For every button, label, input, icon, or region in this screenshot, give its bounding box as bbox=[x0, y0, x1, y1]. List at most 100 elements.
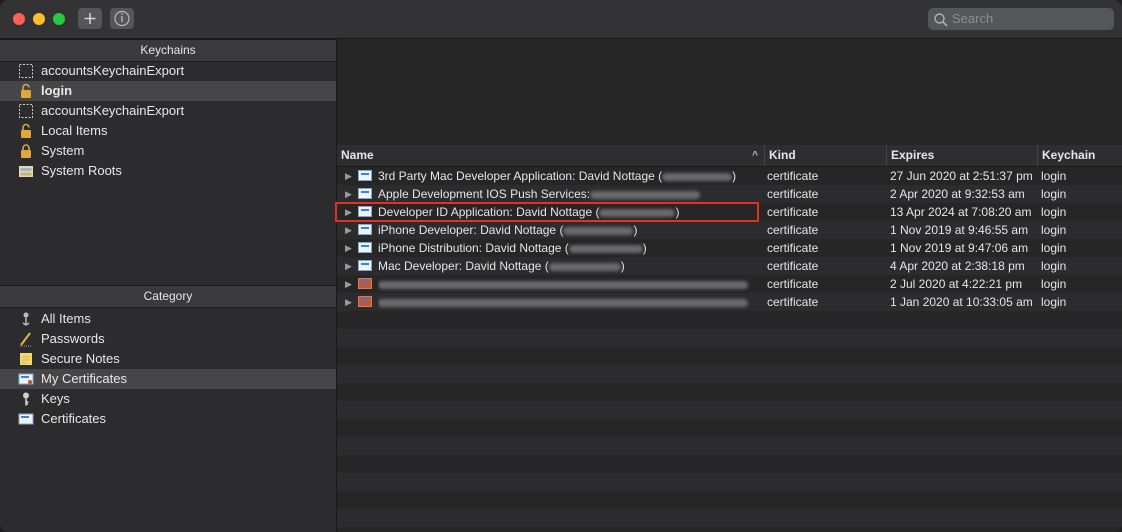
table-row[interactable]: ▶ iPhone Distribution: David Nottage () ce… bbox=[337, 239, 1122, 257]
item-name: Apple Development IOS Push Services: bbox=[378, 185, 762, 203]
unlocked-padlock-icon bbox=[18, 123, 34, 139]
sidebar-item-secure-notes[interactable]: Secure Notes bbox=[0, 349, 336, 369]
redacted-text bbox=[378, 298, 748, 307]
item-name: 3rd Party Mac Developer Application: Dav… bbox=[378, 167, 762, 185]
disclosure-triangle-icon[interactable]: ▶ bbox=[345, 167, 352, 185]
member-certificate-icon bbox=[358, 278, 372, 289]
redacted-text bbox=[563, 226, 634, 235]
item-kind: certificate bbox=[767, 187, 819, 201]
item-name bbox=[378, 293, 762, 311]
empty-row bbox=[337, 383, 1122, 401]
table-header: Name ^ Kind Expires Keychain bbox=[337, 145, 1122, 167]
item-kind: certificate bbox=[767, 259, 819, 273]
item-kind: certificate bbox=[767, 223, 819, 237]
sidebar-item-system[interactable]: System bbox=[0, 141, 336, 161]
disclosure-triangle-icon[interactable]: ▶ bbox=[345, 239, 352, 257]
sidebar-item-label: System Roots bbox=[41, 163, 122, 178]
disclosure-triangle-icon[interactable]: ▶ bbox=[345, 293, 352, 311]
items-pane: Name ^ Kind Expires Keychain ▶ 3rd Party … bbox=[337, 39, 1122, 532]
category-header: Category bbox=[0, 285, 336, 308]
column-kind[interactable]: Kind bbox=[765, 145, 887, 166]
redacted-text bbox=[378, 280, 748, 289]
item-name-text: Apple Development IOS Push Services: bbox=[378, 187, 591, 201]
sidebar-item-label: All Items bbox=[41, 311, 91, 326]
certificate-icon bbox=[358, 170, 372, 181]
item-keychain: login bbox=[1041, 205, 1067, 219]
close-button[interactable] bbox=[13, 13, 25, 25]
sidebar-item-label: Secure Notes bbox=[41, 351, 120, 366]
minimize-button[interactable] bbox=[33, 13, 45, 25]
column-name-label: Name bbox=[341, 148, 374, 162]
redacted-text bbox=[590, 190, 701, 199]
disclosure-triangle-icon[interactable]: ▶ bbox=[345, 185, 352, 203]
note-icon bbox=[18, 351, 34, 367]
table-row[interactable]: ▶ 3rd Party Mac Developer Application: Da… bbox=[337, 167, 1122, 185]
item-expires: 27 Jun 2020 at 2:51:37 pm bbox=[890, 169, 1033, 183]
item-name-suffix: ) bbox=[620, 259, 625, 273]
sidebar-item-label: login bbox=[41, 83, 73, 98]
column-keychain[interactable]: Keychain bbox=[1038, 145, 1122, 166]
disclosure-triangle-icon[interactable]: ▶ bbox=[345, 275, 352, 293]
item-keychain: login bbox=[1041, 295, 1067, 309]
empty-row bbox=[337, 347, 1122, 365]
item-name: iPhone Distribution: David Nottage () bbox=[378, 239, 762, 257]
highlight-box bbox=[335, 202, 759, 222]
plus-icon bbox=[84, 13, 96, 24]
item-name-suffix: ) bbox=[642, 241, 647, 255]
sidebar-item-my-certificates[interactable]: My Certificates bbox=[0, 369, 336, 389]
redacted-text bbox=[662, 172, 733, 181]
item-kind: certificate bbox=[767, 169, 819, 183]
search-field[interactable]: Search bbox=[928, 8, 1114, 30]
sort-ascending-icon: ^ bbox=[752, 150, 758, 161]
item-expires: 1 Jan 2020 at 10:33:05 am bbox=[890, 295, 1033, 309]
sidebar-item-certificates[interactable]: Certificates bbox=[0, 409, 336, 429]
empty-row bbox=[337, 437, 1122, 455]
table-row[interactable]: ▶ certificate 1 Jan 2020 at 10:33:05 am log… bbox=[337, 293, 1122, 311]
item-expires: 1 Nov 2019 at 9:47:06 am bbox=[890, 241, 1029, 255]
sidebar-item-accountskeychainexport[interactable]: accountsKeychainExport bbox=[0, 61, 336, 81]
table-row[interactable]: ▶ iPhone Developer: David Nottage () certi… bbox=[337, 221, 1122, 239]
item-expires: 2 Jul 2020 at 4:22:21 pm bbox=[890, 277, 1023, 291]
table-row[interactable]: ▶ certificate 2 Jul 2020 at 4:22:21 pm logi… bbox=[337, 275, 1122, 293]
empty-row bbox=[337, 329, 1122, 347]
item-name: Mac Developer: David Nottage () bbox=[378, 257, 762, 275]
sidebar-item-label: Certificates bbox=[41, 411, 107, 426]
sidebar-item-label: Local Items bbox=[41, 123, 108, 138]
sidebar-item-keys[interactable]: Keys bbox=[0, 389, 336, 409]
sidebar-item-local-items[interactable]: Local Items bbox=[0, 121, 336, 141]
column-name[interactable]: Name ^ bbox=[337, 145, 765, 166]
add-item-button[interactable] bbox=[78, 8, 102, 29]
empty-row bbox=[337, 401, 1122, 419]
empty-row bbox=[337, 419, 1122, 437]
certificate-icon bbox=[358, 224, 372, 235]
sidebar: Keychains accountsKeychainExport login acc… bbox=[0, 39, 337, 532]
empty-row bbox=[337, 365, 1122, 383]
keychains-header: Keychains bbox=[0, 39, 336, 62]
empty-row bbox=[337, 473, 1122, 491]
certificate-icon bbox=[18, 411, 34, 427]
certificate-icon bbox=[358, 260, 372, 271]
table-row[interactable]: ▶ Apple Development IOS Push Services: cer… bbox=[337, 185, 1122, 203]
sidebar-item-passwords[interactable]: Passwords bbox=[0, 329, 336, 349]
sidebar-item-login[interactable]: login bbox=[0, 81, 336, 101]
sidebar-item-all-items[interactable]: All Items bbox=[0, 309, 336, 329]
sidebar-item-accountskeychainexport[interactable]: accountsKeychainExport bbox=[0, 101, 336, 121]
item-keychain: login bbox=[1041, 223, 1067, 237]
column-expires[interactable]: Expires bbox=[887, 145, 1038, 166]
sidebar-item-label: accountsKeychainExport bbox=[41, 103, 185, 118]
table-row[interactable]: ▶ Mac Developer: David Nottage () certific… bbox=[337, 257, 1122, 275]
empty-keychain-icon bbox=[18, 103, 34, 119]
item-name-suffix: ) bbox=[633, 223, 638, 237]
member-certificate-icon bbox=[358, 296, 372, 307]
item-name: iPhone Developer: David Nottage () bbox=[378, 221, 762, 239]
info-icon bbox=[114, 10, 130, 27]
title-bar: Search bbox=[0, 0, 1122, 39]
redacted-text bbox=[568, 244, 643, 253]
disclosure-triangle-icon[interactable]: ▶ bbox=[345, 257, 352, 275]
zoom-button[interactable] bbox=[53, 13, 65, 25]
info-button[interactable] bbox=[110, 8, 134, 29]
empty-row bbox=[337, 509, 1122, 527]
disclosure-triangle-icon[interactable]: ▶ bbox=[345, 221, 352, 239]
item-name-text: Mac Developer: David Nottage ( bbox=[378, 259, 549, 273]
sidebar-item-system-roots[interactable]: System Roots bbox=[0, 161, 336, 181]
